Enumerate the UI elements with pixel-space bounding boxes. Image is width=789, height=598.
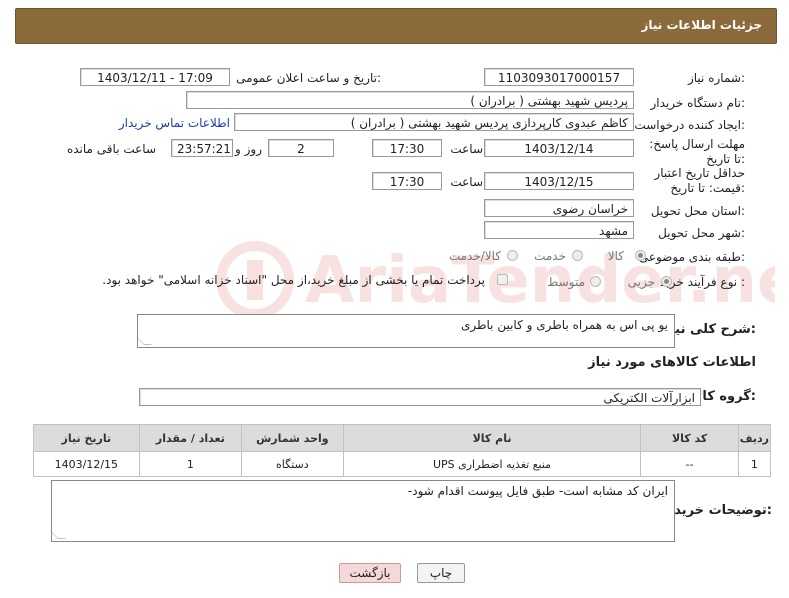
page-header: جزئیات اطلاعات نیاز	[15, 8, 777, 44]
purchase-type-label: نوع فرآیند خرید :	[660, 275, 745, 289]
back-button[interactable]: بازگشت	[339, 563, 401, 583]
goods-group-label: گروه کالا:	[692, 389, 756, 404]
table-row: 1 -- منبع تغذیه اضطراری UPS دستگاه 1 140…	[33, 451, 772, 477]
cell-qty: 1	[138, 451, 243, 477]
city-field: مشهد	[484, 221, 634, 239]
deadline-time-label: ساعت	[450, 142, 483, 156]
creator-field: کاظم عبدوی کارپردازی پردیس شهید بهشتی ( …	[234, 113, 634, 131]
contact-info-link[interactable]: اطلاعات تماس خریدار	[119, 116, 230, 130]
category-option-service: خدمت	[534, 249, 566, 263]
payment-note: پرداخت تمام یا بخشی از مبلغ خرید،از محل …	[102, 273, 485, 287]
goods-section-title: اطلاعات کالاهای مورد نیاز	[588, 355, 756, 370]
deadline-time-field: 17:30	[372, 139, 442, 157]
cell-code: --	[640, 451, 739, 477]
page-title: جزئیات اطلاعات نیاز	[641, 18, 762, 32]
category-radio-goods[interactable]	[635, 250, 646, 261]
treasury-payment-checkbox[interactable]	[497, 274, 508, 285]
province-label: استان محل تحویل:	[650, 204, 745, 218]
col-header-name: نام کالا	[342, 424, 642, 452]
validity-date-field: 1403/12/15	[484, 172, 634, 190]
purchase-option-minor: جزیی	[627, 275, 655, 289]
buyer-org-field: پردیس شهید بهشتی ( برادران )	[186, 91, 634, 109]
deadline-label: مهلت ارسال پاسخ: تا تاریخ:	[649, 137, 745, 166]
col-header-qty: تعداد / مقدار	[138, 424, 243, 452]
table-header-row: ردیف کد کالا نام کالا واحد شمارش تعداد /…	[33, 424, 772, 452]
need-number-field: 1103093017000157	[484, 68, 634, 86]
category-radio-both[interactable]	[507, 250, 518, 261]
remaining-time-field: 23:57:21	[171, 139, 233, 157]
validity-time-label: ساعت	[450, 175, 483, 189]
announce-field: 1403/12/11 - 17:09	[80, 68, 230, 86]
purchase-option-medium: متوسط	[547, 275, 585, 289]
cell-row: 1	[737, 451, 772, 477]
cell-unit: دستگاه	[241, 451, 344, 477]
need-number-label: شماره نیاز:	[687, 71, 745, 85]
cell-date: 1403/12/15	[33, 451, 140, 477]
col-header-date: تاریخ نیاز	[33, 424, 140, 452]
city-label: شهر محل تحویل:	[658, 226, 745, 240]
validity-label: حداقل تاریخ اعتبار قیمت: تا تاریخ:	[654, 166, 745, 195]
deadline-date-field: 1403/12/14	[484, 139, 634, 157]
category-label: طبقه بندی موضوعی:	[638, 250, 745, 264]
purchase-radio-minor[interactable]	[661, 276, 672, 287]
buyer-org-label: نام دستگاه خریدار:	[650, 96, 746, 110]
col-header-code: کد کالا	[640, 424, 739, 452]
days-field: 2	[268, 139, 334, 157]
province-field: خراسان رضوی	[484, 199, 634, 217]
print-button[interactable]: چاپ	[417, 563, 465, 583]
col-header-unit: واحد شمارش	[241, 424, 344, 452]
remaining-label: ساعت باقی مانده	[66, 142, 156, 156]
summary-label: شرح کلی نیاز:	[662, 322, 756, 337]
buyer-notes-textarea[interactable]: ایران کد مشابه است- طبق فایل پیوست اقدام…	[51, 480, 675, 542]
cell-name: منبع تغذیه اضطراری UPS	[342, 451, 642, 477]
buyer-notes-label: توضیحات خریدار:	[662, 503, 772, 518]
col-header-row: ردیف	[737, 424, 772, 452]
summary-textarea[interactable]: یو پی اس به همراه باطری و کابین باطری	[137, 314, 675, 348]
category-option-both: کالا/خدمت	[448, 249, 501, 263]
validity-time-field: 17:30	[372, 172, 442, 190]
announce-label: تاریخ و ساعت اعلان عمومی:	[236, 71, 381, 85]
category-radio-service[interactable]	[572, 250, 583, 261]
goods-group-field: ابزارآلات الکتریکی	[139, 388, 701, 406]
items-table: ردیف کد کالا نام کالا واحد شمارش تعداد /…	[33, 424, 772, 477]
creator-label: ایجاد کننده درخواست:	[634, 118, 745, 132]
category-option-goods: کالا	[607, 249, 624, 263]
purchase-radio-medium[interactable]	[590, 276, 601, 287]
days-label: روز و	[235, 142, 262, 156]
